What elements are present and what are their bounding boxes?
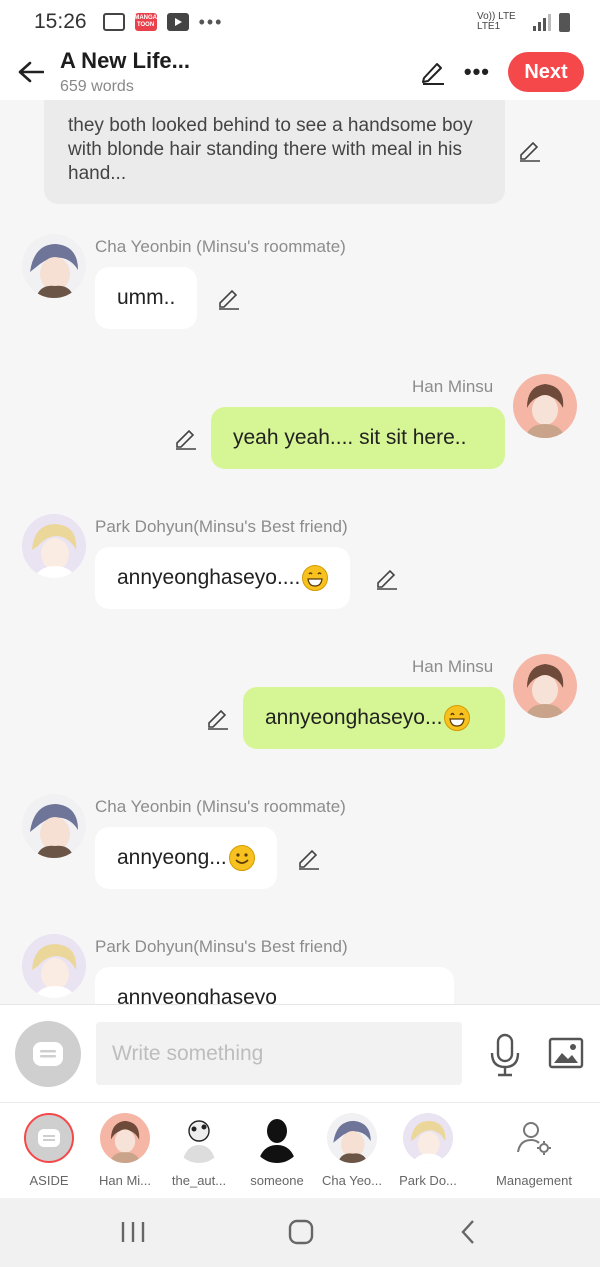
gallery-notification-icon xyxy=(102,13,125,31)
character-label: someone xyxy=(250,1173,304,1188)
avatar xyxy=(100,1113,150,1163)
message-text: annyeong... xyxy=(117,846,227,869)
character-label: Cha Yeo... xyxy=(322,1173,382,1188)
recent-apps-icon xyxy=(121,1222,145,1242)
character-label: Park Do... xyxy=(399,1173,457,1188)
story-title: A New Life... xyxy=(60,48,190,73)
word-count: 659 words xyxy=(60,78,134,95)
narration-text: they both looked behind to see a handsom… xyxy=(68,115,473,184)
system-navigation-bar xyxy=(0,1198,600,1267)
more-notifications-icon: ••• xyxy=(198,11,224,32)
narration-bubble[interactable]: they both looked behind to see a handsom… xyxy=(44,100,505,204)
aside-message-icon xyxy=(33,1042,63,1066)
character-label: the_aut... xyxy=(171,1173,227,1188)
message-bubble[interactable]: annyeong... xyxy=(95,827,277,889)
battery-icon xyxy=(559,12,570,32)
home-button[interactable] xyxy=(281,1214,321,1250)
message-text: umm.. xyxy=(117,286,176,309)
avatar-cha-yeonbin xyxy=(22,794,86,858)
next-button[interactable]: Next xyxy=(508,52,584,92)
avatar xyxy=(403,1113,453,1163)
message-bubble[interactable]: annyeonghaseyo.... xyxy=(95,547,351,609)
character-han-minsu[interactable]: Han Mi... xyxy=(85,1113,165,1188)
arrow-left-icon xyxy=(18,61,44,83)
more-options-button[interactable]: ••• xyxy=(464,59,490,85)
avatar-park-dohyun xyxy=(22,934,86,998)
avatar-han-minsu xyxy=(513,374,577,438)
home-icon xyxy=(288,1219,314,1245)
avatar-cha-yeonbin xyxy=(22,234,86,298)
editor-header: A New Life... 659 words ••• Next xyxy=(0,44,600,100)
avatar-han-minsu xyxy=(513,654,577,718)
status-bar: 15:26 MANGA TOON ••• Vo)) LTE LTE1 xyxy=(0,0,600,44)
character-the-author[interactable]: the_aut... xyxy=(159,1113,239,1188)
mangatoon-notification-icon: MANGA TOON xyxy=(134,13,157,31)
edit-message-icon[interactable] xyxy=(174,426,198,450)
back-nav-button[interactable] xyxy=(448,1214,488,1250)
sender-name: Park Dohyun(Minsu's Best friend) xyxy=(95,517,348,536)
signal-icon xyxy=(533,13,551,31)
sender-name: Han Minsu xyxy=(412,377,494,396)
sender-name: Cha Yeonbin (Minsu's roommate) xyxy=(95,797,346,816)
character-aside[interactable]: ASIDE xyxy=(9,1113,89,1188)
character-management[interactable]: Management xyxy=(494,1113,574,1188)
message-bubble[interactable]: annyeonghaseyo xyxy=(95,967,454,1004)
youtube-notification-icon xyxy=(166,13,189,31)
message-text: annyeonghaseyo... xyxy=(265,706,443,729)
character-someone[interactable]: someone xyxy=(237,1113,317,1188)
edit-message-icon[interactable] xyxy=(375,566,399,590)
image-upload-icon[interactable] xyxy=(548,1037,584,1069)
character-selector: ASIDE Han Mi... the_aut... someone Cha Y… xyxy=(0,1102,600,1198)
character-cha-yeonbin[interactable]: Cha Yeo... xyxy=(312,1113,392,1188)
message-text: annyeonghaseyo xyxy=(117,986,277,1004)
edit-title-icon[interactable] xyxy=(420,59,446,85)
message-input-bar xyxy=(0,1004,600,1102)
avatar-park-dohyun xyxy=(22,514,86,578)
character-label: Han Mi... xyxy=(98,1173,151,1188)
message-bubble[interactable]: annyeonghaseyo... xyxy=(243,687,505,749)
aside-toggle-button[interactable] xyxy=(15,1021,81,1087)
message-bubble[interactable]: umm.. xyxy=(95,267,198,329)
aside-message-icon xyxy=(38,1129,60,1147)
character-park-dohyun[interactable]: Park Do... xyxy=(388,1113,468,1188)
chevron-left-icon xyxy=(461,1220,474,1244)
avatar xyxy=(327,1113,377,1163)
message-text: yeah yeah.... sit sit here.. xyxy=(233,426,467,449)
character-label: ASIDE xyxy=(29,1173,69,1188)
silhouette-icon xyxy=(252,1113,302,1163)
status-time: 15:26 xyxy=(34,10,87,33)
back-button[interactable] xyxy=(16,57,46,87)
message-text: annyeonghaseyo.... xyxy=(117,566,301,589)
message-input[interactable] xyxy=(96,1022,462,1085)
edit-message-icon[interactable] xyxy=(518,138,542,162)
sender-name: Park Dohyun(Minsu's Best friend) xyxy=(95,937,348,956)
avatar xyxy=(174,1113,224,1163)
sender-name: Cha Yeonbin (Minsu's roommate) xyxy=(95,237,346,256)
edit-message-icon[interactable] xyxy=(217,286,241,310)
character-label: Management xyxy=(496,1173,572,1188)
avatar xyxy=(252,1113,302,1163)
recent-apps-button[interactable] xyxy=(113,1214,153,1250)
sender-name: Han Minsu xyxy=(412,657,494,676)
message-bubble[interactable]: yeah yeah.... sit sit here.. xyxy=(211,407,505,469)
chat-area[interactable]: they both looked behind to see a handsom… xyxy=(0,100,600,1004)
manage-characters-icon xyxy=(509,1113,559,1163)
edit-message-icon[interactable] xyxy=(297,846,321,870)
smiling-face-emoji-icon xyxy=(228,845,255,871)
aside-avatar xyxy=(24,1113,74,1163)
edit-message-icon[interactable] xyxy=(206,706,230,730)
grinning-face-emoji-icon xyxy=(302,565,329,591)
microphone-icon[interactable] xyxy=(488,1033,522,1077)
beaming-face-emoji-icon xyxy=(444,705,471,731)
network-indicator: Vo)) LTE LTE1 xyxy=(477,11,516,32)
